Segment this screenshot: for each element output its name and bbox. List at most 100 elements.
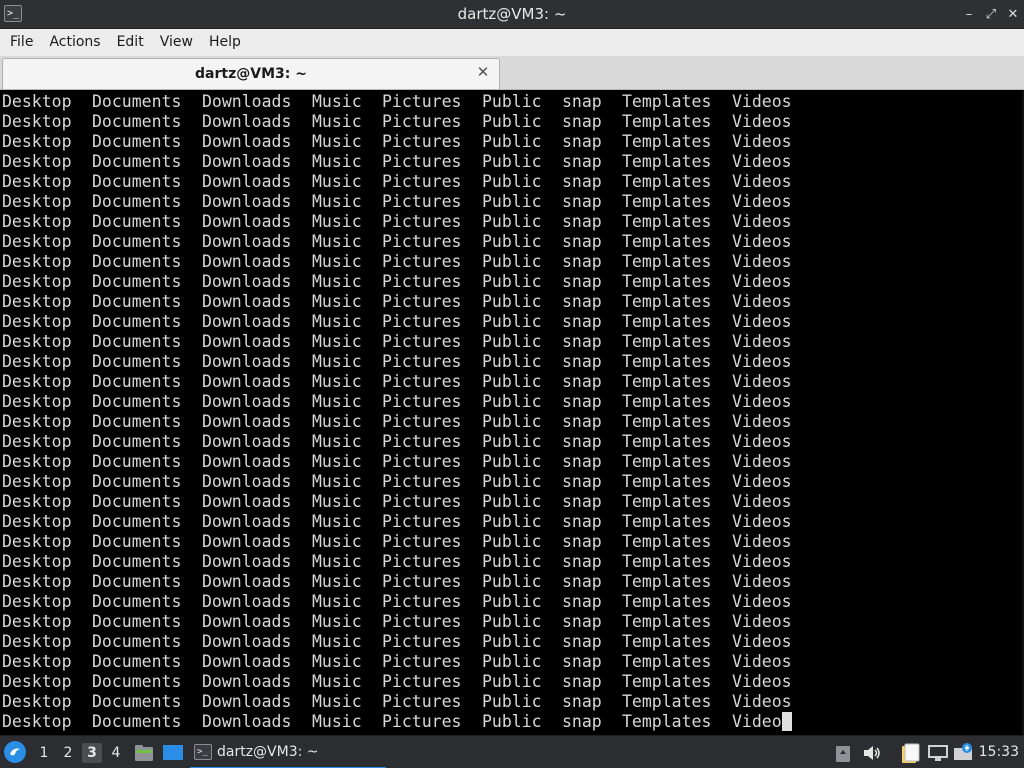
minimize-button[interactable]: – — [958, 0, 980, 29]
terminal-entry: Pictures — [382, 252, 462, 271]
terminal-entry: Templates — [622, 692, 712, 711]
terminal-entry: Pictures — [382, 212, 462, 231]
terminal-entry: Downloads — [202, 372, 292, 391]
close-button[interactable]: ✕ — [1002, 0, 1024, 29]
terminal-entry: Downloads — [202, 692, 292, 711]
terminal-line: Desktop Documents Downloads Music Pictures Pu… — [2, 372, 1002, 392]
show-desktop-icon[interactable] — [162, 743, 184, 767]
tab-terminal[interactable]: dartz@VM3: ~ ✕ — [2, 58, 500, 89]
terminal-entry: Pictures — [382, 112, 462, 131]
terminal-line: Desktop Documents Downloads Music Pictures Pu… — [2, 592, 1002, 612]
terminal-line: Desktop Documents Downloads Music Pictures Pu… — [2, 572, 1002, 592]
terminal-entry: Music — [312, 512, 362, 531]
terminal-entry: Templates — [622, 572, 712, 591]
maximize-button[interactable]: ⤢ — [980, 0, 1002, 29]
terminal-entry: Music — [312, 712, 362, 731]
terminal-entry: Desktop — [2, 472, 72, 491]
terminal-entry: Documents — [92, 532, 182, 551]
clipboard-icon[interactable] — [835, 743, 851, 767]
terminal-entry: Desktop — [2, 272, 72, 291]
terminal-entry: Public — [482, 332, 542, 351]
menu-view[interactable]: View — [152, 29, 201, 56]
terminal-line: Desktop Documents Downloads Music Pictures Pu… — [2, 92, 1002, 112]
terminal-entry: Templates — [622, 252, 712, 271]
start-menu-icon[interactable] — [4, 741, 26, 763]
menu-actions[interactable]: Actions — [41, 29, 108, 56]
tab-close-icon[interactable]: ✕ — [475, 64, 491, 80]
terminal-entry: Videos — [732, 632, 792, 651]
terminal-entry: Desktop — [2, 652, 72, 671]
terminal-entry: Documents — [92, 632, 182, 651]
terminal-output[interactable]: Desktop Documents Downloads Music Pictures Pu… — [0, 90, 1024, 735]
terminal-line: Desktop Documents Downloads Music Pictures Pu… — [2, 172, 1002, 192]
workspace-1[interactable]: 1 — [34, 743, 54, 763]
terminal-entry: snap — [562, 152, 602, 171]
terminal-entry: Templates — [622, 152, 712, 171]
window-title: dartz@VM3: ~ — [457, 5, 567, 23]
terminal-entry: Documents — [92, 392, 182, 411]
workspace-3[interactable]: 3 — [82, 743, 102, 763]
taskbar-task-terminal[interactable]: >_ dartz@VM3: ~ — [190, 738, 386, 768]
window-titlebar[interactable]: >_ dartz@VM3: ~ – ⤢ ✕ — [0, 0, 1024, 29]
terminal-entry: Downloads — [202, 472, 292, 491]
terminal-entry: snap — [562, 512, 602, 531]
terminal-entry: Pictures — [382, 392, 462, 411]
terminal-line: Desktop Documents Downloads Music Pictures Pu… — [2, 252, 1002, 272]
terminal-entry: Templates — [622, 372, 712, 391]
terminal-entry: Documents — [92, 512, 182, 531]
menu-file[interactable]: File — [2, 29, 41, 56]
terminal-line: Desktop Documents Downloads Music Pictures Pu… — [2, 212, 1002, 232]
terminal-entry: snap — [562, 232, 602, 251]
clock[interactable]: 15:33 — [979, 736, 1019, 768]
terminal-entry: Downloads — [202, 512, 292, 531]
terminal-entry: Downloads — [202, 552, 292, 571]
menu-edit[interactable]: Edit — [109, 29, 152, 56]
terminal-entry: Pictures — [382, 372, 462, 391]
terminal-entry: Videos — [732, 292, 792, 311]
terminal-entry: snap — [562, 572, 602, 591]
terminal-entry: Video — [732, 712, 782, 731]
terminal-entry: Public — [482, 492, 542, 511]
terminal-entry: Downloads — [202, 332, 292, 351]
terminal-entry: Downloads — [202, 312, 292, 331]
terminal-entry: Documents — [92, 312, 182, 331]
terminal-entry: snap — [562, 492, 602, 511]
terminal-entry: Pictures — [382, 192, 462, 211]
terminal-entry: Public — [482, 532, 542, 551]
network-icon[interactable] — [927, 743, 949, 767]
terminal-entry: snap — [562, 312, 602, 331]
terminal-entry: snap — [562, 672, 602, 691]
terminal-entry: Downloads — [202, 292, 292, 311]
terminal-entry: Documents — [92, 432, 182, 451]
files-icon[interactable] — [899, 743, 921, 768]
terminal-entry: Public — [482, 672, 542, 691]
volume-icon[interactable] — [862, 743, 882, 767]
terminal-entry: Documents — [92, 672, 182, 691]
terminal-entry: Desktop — [2, 192, 72, 211]
terminal-entry: Templates — [622, 192, 712, 211]
terminal-entry: Documents — [92, 552, 182, 571]
terminal-line: Desktop Documents Downloads Music Pictures Pu… — [2, 272, 1002, 292]
workspace-4[interactable]: 4 — [106, 743, 126, 763]
terminal-line: Desktop Documents Downloads Music Pictures Pu… — [2, 532, 1002, 552]
terminal-entry: Music — [312, 492, 362, 511]
terminal-entry: Documents — [92, 252, 182, 271]
terminal-entry: Desktop — [2, 372, 72, 391]
terminal-entry: Templates — [622, 532, 712, 551]
terminal-entry: Documents — [92, 132, 182, 151]
tab-label: dartz@VM3: ~ — [195, 66, 307, 82]
terminal-entry: Public — [482, 372, 542, 391]
terminal-entry: Music — [312, 332, 362, 351]
terminal-entry: Music — [312, 312, 362, 331]
workspace-2[interactable]: 2 — [58, 743, 78, 763]
terminal-line: Desktop Documents Downloads Music Pictures Pu… — [2, 552, 1002, 572]
terminal-entry: Music — [312, 432, 362, 451]
menu-help[interactable]: Help — [201, 29, 249, 56]
terminal-entry: Documents — [92, 652, 182, 671]
file-manager-icon[interactable] — [134, 743, 154, 767]
terminal-entry: Desktop — [2, 672, 72, 691]
terminal-entry: Templates — [622, 92, 712, 111]
bluetooth-icon[interactable] — [953, 743, 973, 767]
terminal-entry: snap — [562, 292, 602, 311]
terminal-entry: Desktop — [2, 492, 72, 511]
